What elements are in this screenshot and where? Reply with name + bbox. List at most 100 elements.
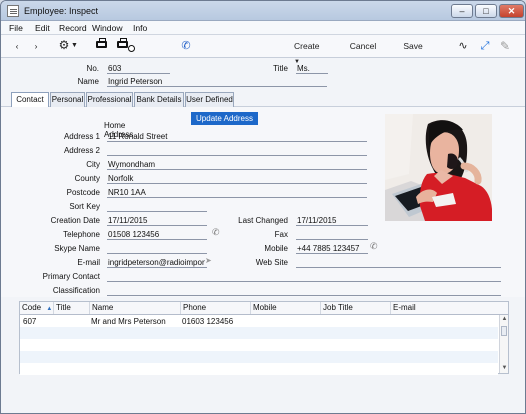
employee-inspect-window: Employee: Inspect – □ ✕ File Edit Record… [0,0,526,414]
column-mobile[interactable]: Mobile [251,302,321,314]
print-icon[interactable] [96,38,107,48]
name-label: Name [77,77,99,86]
menu-file[interactable]: File [9,23,23,33]
address1-field-underline [107,141,367,142]
sort-ascending-icon: ▲ [46,306,53,312]
scroll-thumb[interactable] [501,326,507,336]
fax-field[interactable] [296,230,366,243]
classification-label: Classification [52,286,100,295]
skype-name-field-underline [107,253,207,254]
phone-icon[interactable]: ✆ [181,39,191,53]
close-button[interactable]: ✕ [499,4,524,18]
mobile-field[interactable]: +44 7885 123457 [296,244,366,257]
mobile-call-icon[interactable]: ✆ [369,241,378,254]
title-field[interactable]: Ms. [296,64,331,77]
column-name[interactable]: Name [90,302,181,314]
address2-label: Address 2 [63,146,100,155]
sort-key-field[interactable] [107,202,205,215]
creation-date-field[interactable]: 17/11/2015 [107,216,205,229]
tab-professional[interactable]: Professional [86,92,133,107]
postcode-label: Postcode [66,188,100,197]
empty-table-row[interactable] [20,351,498,363]
email-send-icon[interactable]: ➤ [204,256,212,269]
empty-table-row[interactable] [20,339,498,351]
menu-info[interactable]: Info [133,23,147,33]
menu-window[interactable]: Window [92,23,123,33]
city-field[interactable]: Wymondham [107,160,257,173]
document-icon [7,5,19,17]
tab-strip: Contact Personal Professional Bank Detai… [11,92,525,107]
column-email[interactable]: E-mail [391,302,499,314]
attachment-icon[interactable]: ✎ [499,39,511,53]
maximize-button[interactable]: □ [475,4,497,18]
no-field-underline [107,73,170,74]
back-icon[interactable]: ‹ [13,39,21,53]
title-label: Title [273,64,288,73]
title-bar[interactable]: Employee: Inspect – □ ✕ [1,1,525,21]
skype-name-field[interactable] [107,244,205,257]
expand-icon[interactable]: ⤢ [479,39,491,53]
tab-bank-details[interactable]: Bank Details [134,92,184,107]
create-label: Create [294,41,320,51]
address1-field[interactable]: 11 Ronald Street [107,132,257,145]
skype-name-label: Skype Name [54,244,100,253]
mobile-label: Mobile [264,244,288,253]
row-phone[interactable]: 01603 123456 [182,317,233,326]
window-title: Employee: Inspect [24,6,99,16]
website-label: Web Site [255,258,288,267]
forward-icon[interactable]: › [32,39,40,53]
create-button[interactable]: Create ▼ [294,39,324,65]
no-field[interactable]: 603 [107,64,167,77]
empty-table-row[interactable] [20,363,498,375]
gear-dropdown-icon[interactable]: ▼ [71,39,78,53]
tab-personal[interactable]: Personal [50,92,85,107]
gear-icon[interactable]: ⚙ [58,39,70,53]
column-job-title[interactable]: Job Title [321,302,391,314]
creation-date-label: Creation Date [50,216,100,225]
scroll-up-icon[interactable]: ▲ [501,316,508,323]
save-button[interactable]: Save [403,39,423,53]
column-code-label: Code [22,303,42,312]
county-label: County [74,174,100,183]
row-code[interactable]: 607 [23,317,36,326]
column-code[interactable]: Code ▲ [20,302,54,314]
contacts-table[interactable]: Code ▲ Title Name Phone Mobile Job Title… [19,301,509,375]
address2-field-underline [107,155,367,156]
address2-field[interactable] [107,146,257,159]
name-field[interactable]: Ingrid Peterson [107,77,277,90]
email-label: E-mail [77,258,100,267]
toolbar: ‹ › ⚙ ▼ ✆ Create ▼ Cancel Save ∿ ⤢ ✎ [1,35,525,65]
email-field-underline [107,267,207,268]
classification-field[interactable] [107,286,497,299]
primary-contact-field[interactable] [107,272,497,285]
last-changed-label: Last Changed [238,216,288,225]
telephone-call-icon[interactable]: ✆ [211,227,220,240]
menu-record[interactable]: Record [59,23,87,33]
last-changed-field[interactable]: 17/11/2015 [296,216,366,229]
activity-icon[interactable]: ∿ [457,39,469,53]
menu-edit[interactable]: Edit [35,23,50,33]
column-phone[interactable]: Phone [181,302,251,314]
update-address-button[interactable]: Update Address [191,112,258,125]
city-label: City [86,160,100,169]
telephone-field[interactable]: 01508 123456 [107,230,205,243]
telephone-field-underline [107,239,207,240]
employee-photo [385,114,492,221]
empty-table-row[interactable] [20,327,498,339]
scroll-down-icon[interactable]: ▼ [501,365,508,372]
table-scrollbar[interactable]: ▲ ▼ [499,315,508,373]
row-name[interactable]: Mr and Mrs Peterson [91,317,166,326]
tab-user-defined[interactable]: User Defined [185,92,234,107]
sort-key-label: Sort Key [69,202,100,211]
website-field[interactable] [296,258,496,271]
cancel-button[interactable]: Cancel [349,39,377,53]
email-field[interactable]: ingridpeterson@radioimporte [107,258,205,271]
postcode-field[interactable]: NR10 1AA [107,188,257,201]
column-title[interactable]: Title [54,302,90,314]
no-label: No. [86,64,99,73]
tab-contact[interactable]: Contact [11,92,49,107]
minimize-button[interactable]: – [451,4,473,18]
print-preview-icon[interactable] [117,38,135,52]
county-field[interactable]: Norfolk [107,174,257,187]
fax-label: Fax [274,230,288,239]
